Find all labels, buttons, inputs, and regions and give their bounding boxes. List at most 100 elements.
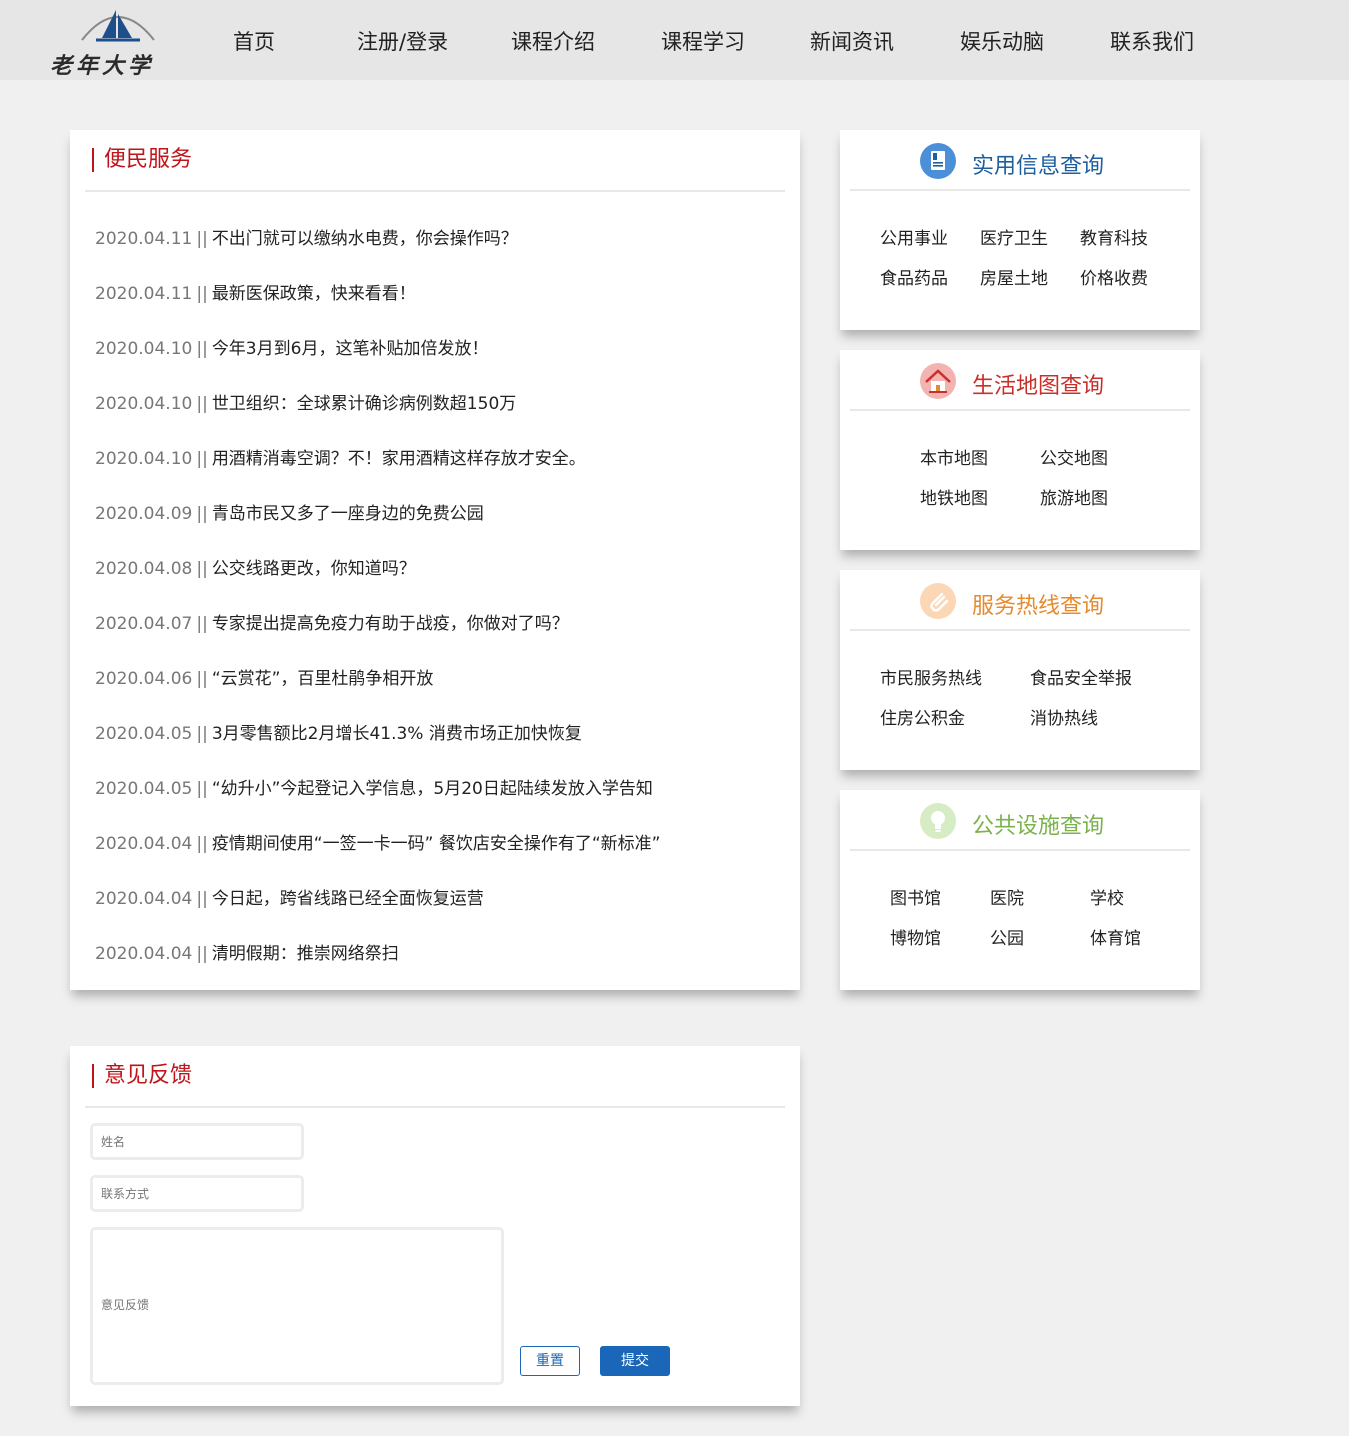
info-divider [850,189,1190,191]
link-food-safety-report[interactable]: 食品安全举报 [1030,664,1132,689]
feedback-title: 意见反馈 [92,1064,192,1088]
feedback-textarea[interactable] [90,1227,504,1385]
news-text: 疫情期间使用“一签一卡一码” 餐饮店安全操作有了“新标准” [211,834,661,854]
news-separator: || [196,559,208,579]
link-citizen-hotline[interactable]: 市民服务热线 [880,664,982,689]
news-item[interactable]: 2020.04.11 || 不出门就可以缴纳水电费，你会操作吗？ [95,224,518,249]
facility-query-card: 公共设施查询 图书馆 医院 学校 博物馆 公园 体育馆 [840,790,1200,990]
link-housing-land[interactable]: 房屋土地 [980,264,1048,289]
contact-input[interactable] [90,1175,304,1212]
link-consumer-hotline[interactable]: 消协热线 [1030,704,1098,729]
nav-register-login[interactable]: 注册/登录 [357,26,448,56]
news-item[interactable]: 2020.04.06 || “云赏花”，百里杜鹃争相开放 [95,664,433,689]
link-stadium[interactable]: 体育馆 [1090,924,1141,949]
sailboat-logo-icon [81,10,155,42]
logo-text: 老年大学 [50,53,155,79]
news-separator: || [196,944,208,964]
info-query-card: 实用信息查询 公用事业 医疗卫生 教育科技 食品药品 房屋土地 价格收费 [840,130,1200,330]
services-card: 便民服务 2020.04.11 || 不出门就可以缴纳水电费，你会操作吗？ 2020.… [70,130,800,990]
link-library[interactable]: 图书馆 [890,884,941,909]
paperclip-icon [920,583,956,619]
news-item[interactable]: 2020.04.10 || 用酒精消毒空调？不！家用酒精这样存放才安全。 [95,444,586,469]
news-item[interactable]: 2020.04.04 || 清明假期：推崇网络祭扫 [95,939,399,964]
map-query-card: 生活地图查询 本市地图 公交地图 地铁地图 旅游地图 [840,350,1200,550]
name-input[interactable] [90,1123,304,1160]
link-city-map[interactable]: 本市地图 [920,444,988,469]
link-pricing[interactable]: 价格收费 [1080,264,1148,289]
reset-button[interactable]: 重置 [520,1346,580,1376]
link-medical[interactable]: 医疗卫生 [980,224,1048,249]
link-museum[interactable]: 博物馆 [890,924,941,949]
header: 老年大学 首页 注册/登录 课程介绍 课程学习 新闻资讯 娱乐动脑 联系我们 [0,0,1349,80]
link-subway-map[interactable]: 地铁地图 [920,484,988,509]
news-text: 青岛市民又多了一座身边的免费公园 [211,504,484,524]
news-item[interactable]: 2020.04.05 || 3月零售额比2月增长41.3% 消费市场正加快恢复 [95,719,582,744]
nav-course-intro[interactable]: 课程介绍 [511,26,595,56]
news-separator: || [196,229,208,249]
news-date: 2020.04.04 [95,834,193,854]
news-separator: || [196,889,208,909]
link-public-utilities[interactable]: 公用事业 [880,224,948,249]
hotline-divider [850,629,1190,631]
news-item[interactable]: 2020.04.07 || 专家提出提高免疫力有助于战疫，你做对了吗？ [95,609,569,634]
news-date: 2020.04.09 [95,504,193,524]
logo[interactable]: 老年大学 [44,0,200,80]
news-separator: || [196,449,208,469]
feedback-card: 意见反馈 重置 提交 [70,1046,800,1406]
facility-divider [850,849,1190,851]
news-text: 不出门就可以缴纳水电费，你会操作吗？ [211,229,518,249]
news-date: 2020.04.04 [95,944,193,964]
news-item[interactable]: 2020.04.08 || 公交线路更改，你知道吗？ [95,554,416,579]
link-housing-fund[interactable]: 住房公积金 [880,704,965,729]
news-separator: || [196,834,208,854]
nav-course-study[interactable]: 课程学习 [661,26,745,56]
news-date: 2020.04.10 [95,449,193,469]
news-date: 2020.04.04 [95,889,193,909]
news-item[interactable]: 2020.04.10 || 世卫组织：全球累计确诊病例数超150万 [95,389,516,414]
link-school[interactable]: 学校 [1090,884,1124,909]
link-bus-map[interactable]: 公交地图 [1040,444,1108,469]
news-date: 2020.04.11 [95,284,193,304]
news-separator: || [196,669,208,689]
news-text: “云赏花”，百里杜鹃争相开放 [211,669,434,689]
news-date: 2020.04.10 [95,339,193,359]
news-separator: || [196,614,208,634]
link-food-drug[interactable]: 食品药品 [880,264,948,289]
link-travel-map[interactable]: 旅游地图 [1040,484,1108,509]
link-education[interactable]: 教育科技 [1080,224,1148,249]
submit-button[interactable]: 提交 [600,1346,670,1376]
document-icon [920,143,956,179]
news-text: 今年3月到6月，这笔补贴加倍发放！ [211,339,489,359]
news-date: 2020.04.05 [95,724,193,744]
news-text: 清明假期：推崇网络祭扫 [211,944,399,964]
nav-news[interactable]: 新闻资讯 [810,26,894,56]
news-separator: || [196,284,208,304]
link-hospital[interactable]: 医院 [990,884,1024,909]
news-item[interactable]: 2020.04.11 || 最新医保政策，快来看看！ [95,279,416,304]
hotline-query-title: 服务热线查询 [972,594,1105,619]
facility-query-title: 公共设施查询 [972,814,1105,839]
news-text: 最新医保政策，快来看看！ [211,284,416,304]
lightbulb-icon [920,803,956,839]
news-date: 2020.04.10 [95,394,193,414]
hotline-query-card: 服务热线查询 市民服务热线 食品安全举报 住房公积金 消协热线 [840,570,1200,770]
news-separator: || [196,779,208,799]
link-park[interactable]: 公园 [990,924,1024,949]
news-date: 2020.04.07 [95,614,193,634]
feedback-divider [85,1106,785,1108]
nav-contact[interactable]: 联系我们 [1110,26,1194,56]
services-divider [85,190,785,192]
news-item[interactable]: 2020.04.04 || 今日起，跨省线路已经全面恢复运营 [95,884,484,909]
nav-entertainment[interactable]: 娱乐动脑 [960,26,1044,56]
news-item[interactable]: 2020.04.05 || “幼升小”今起登记入学信息，5月20日起陆续发放入学告知 [95,774,653,799]
news-date: 2020.04.05 [95,779,193,799]
news-item[interactable]: 2020.04.09 || 青岛市民又多了一座身边的免费公园 [95,499,484,524]
news-text: 3月零售额比2月增长41.3% 消费市场正加快恢复 [211,724,582,744]
news-text: 用酒精消毒空调？不！家用酒精这样存放才安全。 [211,449,586,469]
news-date: 2020.04.11 [95,229,193,249]
nav-home[interactable]: 首页 [233,26,275,56]
map-query-title: 生活地图查询 [972,374,1105,399]
news-text: 世卫组织：全球累计确诊病例数超150万 [211,394,517,414]
news-item[interactable]: 2020.04.10 || 今年3月到6月，这笔补贴加倍发放！ [95,334,488,359]
news-item[interactable]: 2020.04.04 || 疫情期间使用“一签一卡一码” 餐饮店安全操作有了“新标准… [95,829,660,854]
